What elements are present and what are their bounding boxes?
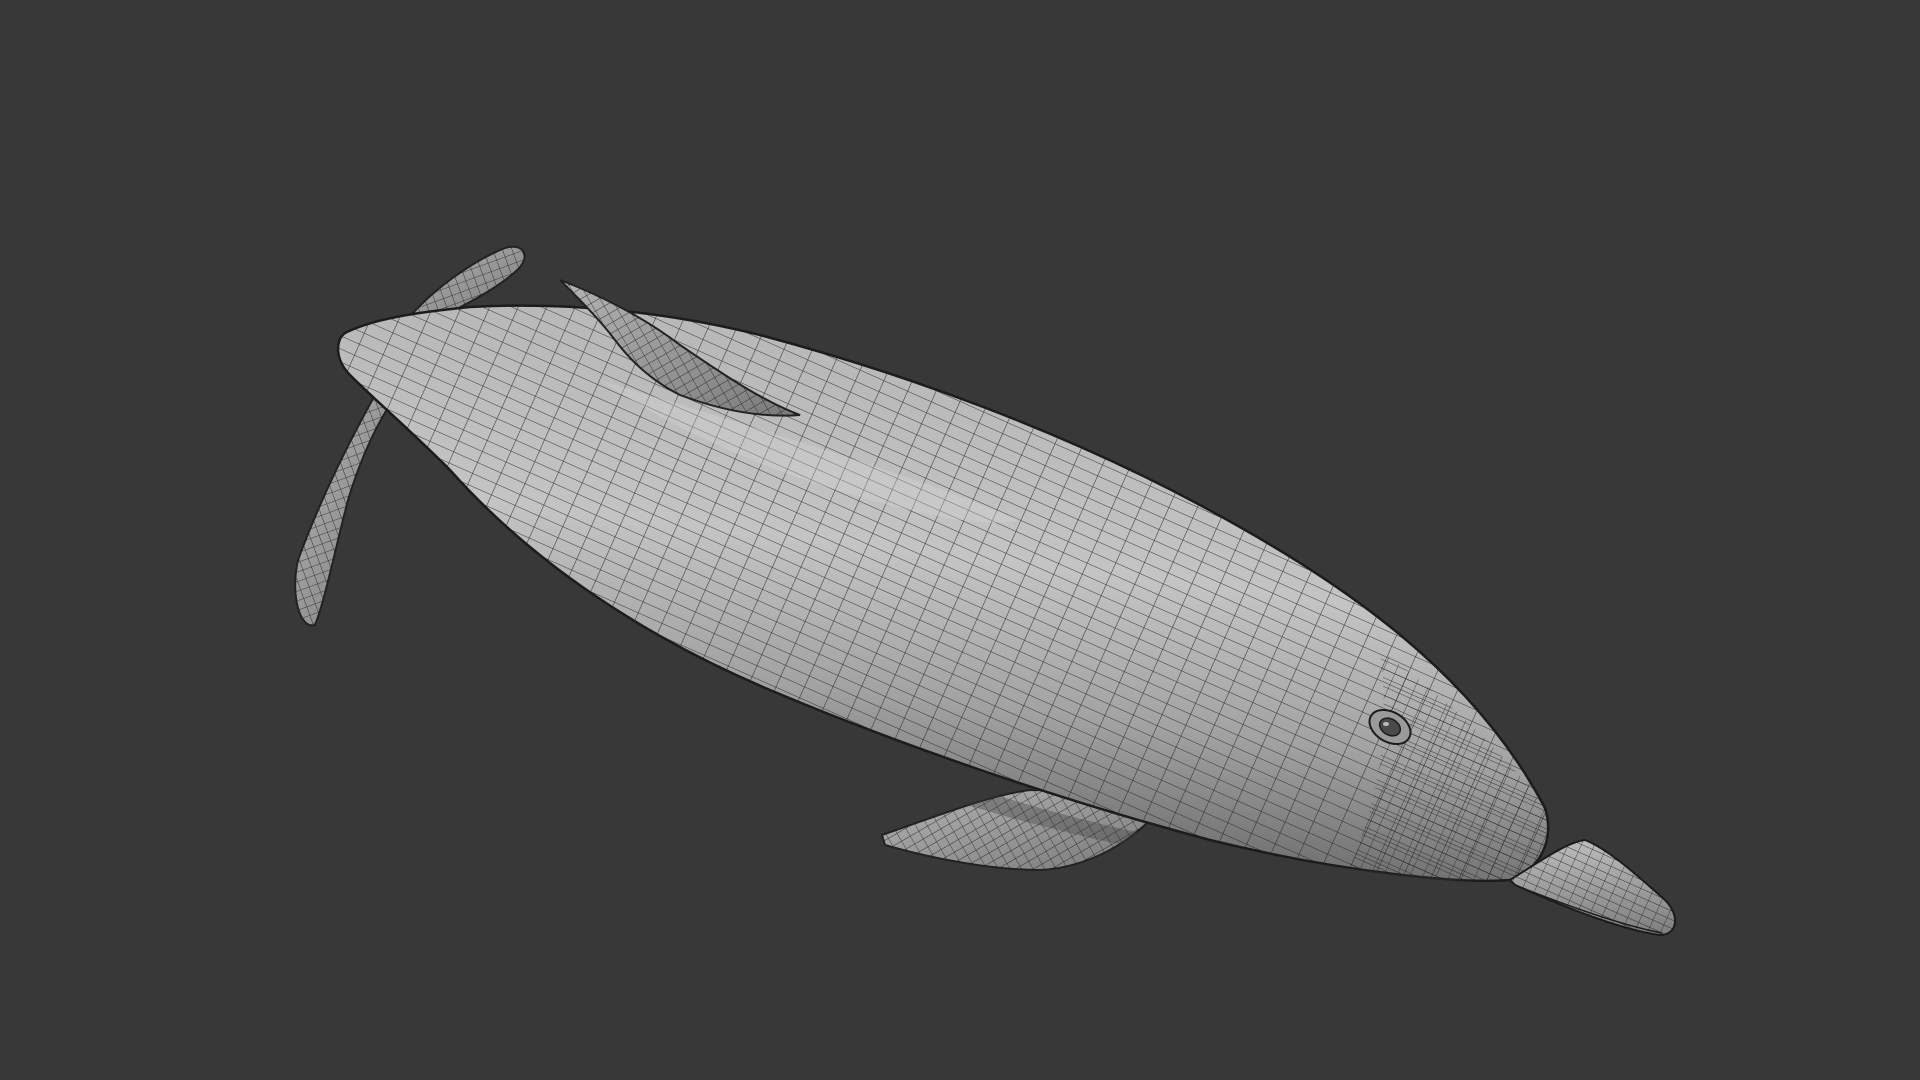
dolphin-mesh-render (294, 245, 1676, 937)
3d-viewport[interactable] (0, 0, 1920, 1080)
tail-fluke-lower (294, 393, 397, 627)
body (336, 304, 1550, 882)
